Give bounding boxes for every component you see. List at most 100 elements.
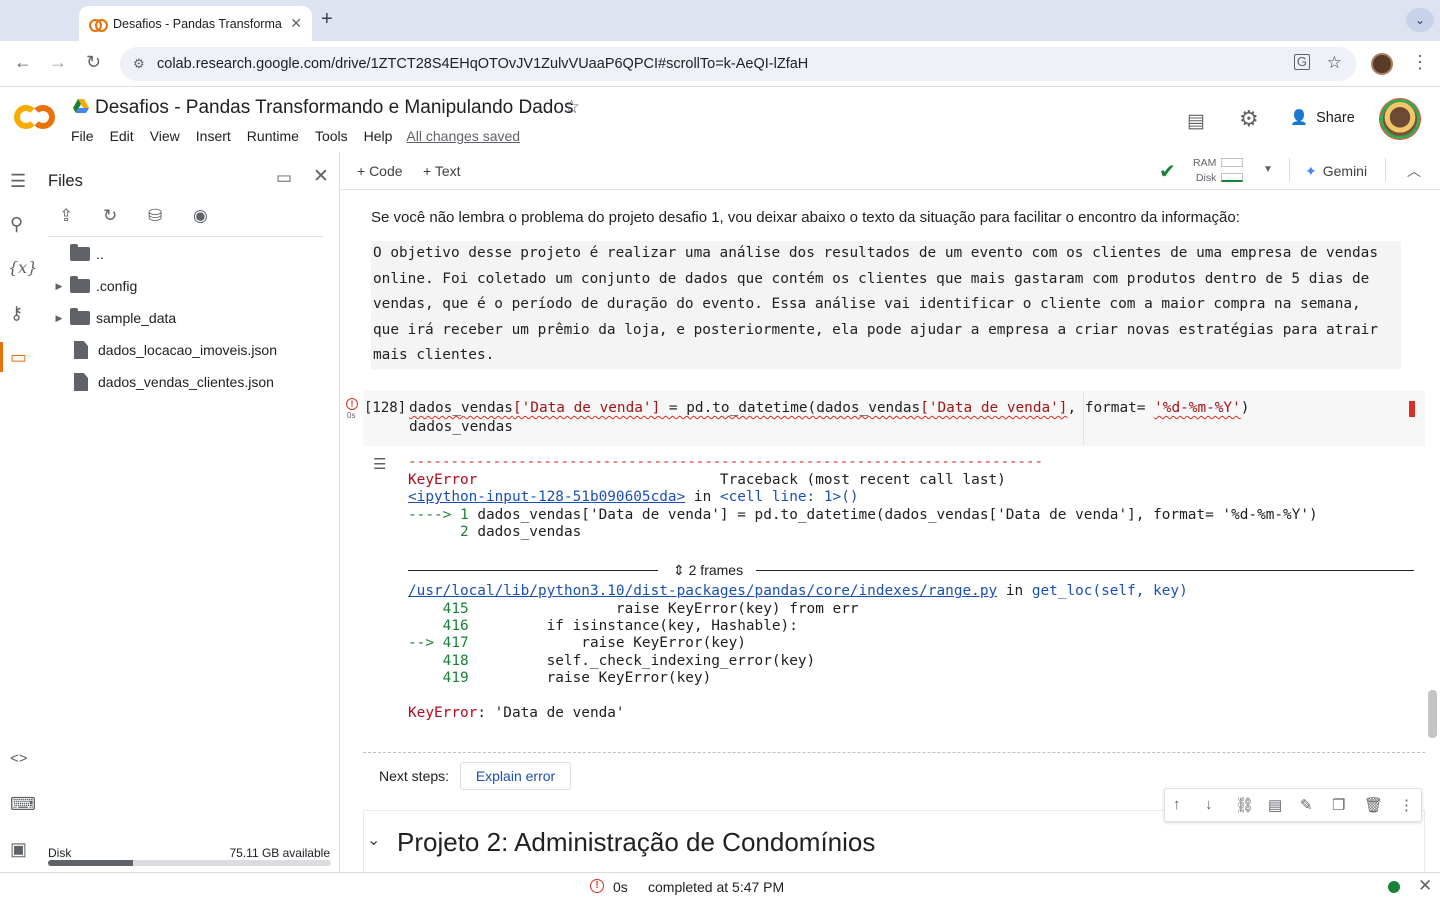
file-row-locacao[interactable]: dados_locacao_imoveis.json: [48, 336, 277, 364]
traceback-linenum: 416: [408, 618, 478, 634]
traceback-linenum: 419: [408, 670, 478, 686]
file-row-parent[interactable]: ..: [48, 240, 104, 268]
mount-drive-icon[interactable]: ⛁: [148, 206, 162, 226]
back-arrow-icon[interactable]: ←: [14, 52, 32, 73]
status-completed: completed at 5:47 PM: [648, 879, 785, 895]
explain-error-button[interactable]: Explain error: [460, 762, 571, 790]
code-line[interactable]: dados_vendas['Data de venda'] = pd.to_da…: [409, 400, 1249, 416]
menu-insert[interactable]: Insert: [196, 128, 231, 144]
runtime-dropdown-icon[interactable]: ▼: [1263, 164, 1273, 175]
reload-icon[interactable]: ↻: [86, 52, 101, 73]
file-icon: [74, 373, 88, 391]
add-text-button[interactable]: + Text: [423, 163, 461, 179]
code-snippets-icon[interactable]: <>: [10, 750, 28, 767]
traceback-separator: ----------------------------------------…: [408, 454, 1043, 470]
resource-labels[interactable]: RAM Disk: [1193, 156, 1216, 186]
site-info-icon[interactable]: ⚙: [133, 56, 145, 72]
menu-view[interactable]: View: [150, 128, 180, 144]
expand-arrow-icon[interactable]: ▶: [48, 313, 70, 324]
star-notebook-icon[interactable]: ☆: [563, 96, 580, 119]
file-row-config[interactable]: ▶ .config: [48, 272, 137, 300]
save-status-link[interactable]: All changes saved: [406, 128, 520, 144]
quote-line: que irá receber um prêmio da loja, e pos…: [373, 321, 1379, 338]
disk-label: Disk: [48, 846, 72, 860]
secrets-key-icon[interactable]: ⚷: [10, 303, 23, 324]
edit-pencil-icon[interactable]: ✎: [1300, 796, 1313, 814]
browser-tab[interactable]: Desafios - Pandas Transforma ✕: [79, 6, 312, 41]
close-status-icon[interactable]: ✕: [1418, 876, 1432, 896]
table-of-contents-icon[interactable]: ☰: [10, 171, 26, 192]
tab-close-icon[interactable]: ✕: [290, 15, 302, 32]
chrome-menu-icon[interactable]: ⋮: [1411, 52, 1429, 73]
menu-file[interactable]: File: [71, 128, 94, 144]
open-in-tab-icon[interactable]: ▭: [276, 168, 292, 188]
search-icon[interactable]: ⚲: [10, 214, 23, 235]
collapse-section-chevron-icon[interactable]: ⌄: [367, 830, 380, 850]
more-options-icon[interactable]: ⋮: [1399, 796, 1414, 814]
tab-search-chevron-icon[interactable]: ⌄: [1406, 8, 1434, 32]
menu-help[interactable]: Help: [364, 128, 393, 144]
folder-icon: [70, 308, 90, 325]
code-cell[interactable]: [363, 390, 1425, 446]
status-bar: ! 0s completed at 5:47 PM ✕: [0, 872, 1440, 900]
ram-label: RAM: [1193, 157, 1217, 169]
collapse-header-chevron-icon[interactable]: ︿: [1407, 161, 1421, 181]
source-path-link[interactable]: /usr/local/lib/python3.10/dist-packages/…: [408, 583, 997, 599]
ipython-input-link[interactable]: <ipython-input-128-51b090605cda>: [408, 489, 685, 505]
settings-gear-icon[interactable]: ⚙: [1239, 106, 1259, 132]
notebook-title[interactable]: Desafios - Pandas Transformando e Manipu…: [95, 97, 573, 119]
translate-icon[interactable]: G: [1293, 54, 1310, 70]
divider: [48, 236, 323, 237]
traceback-line: 415 raise KeyError(key) from err: [408, 601, 859, 617]
command-palette-icon[interactable]: ⌨: [10, 794, 36, 815]
show-hidden-eye-icon[interactable]: ◉: [193, 206, 208, 226]
code-token: dados_vendas: [409, 400, 513, 416]
refresh-icon[interactable]: ↻: [103, 206, 117, 226]
browser-profile-avatar[interactable]: [1371, 53, 1393, 75]
colab-logo-icon[interactable]: [14, 105, 56, 131]
upload-file-icon[interactable]: ⇪: [59, 206, 73, 226]
move-down-icon[interactable]: ↓: [1205, 796, 1213, 813]
in-text: in: [685, 489, 720, 505]
gemini-button[interactable]: ✦ Gemini: [1305, 163, 1367, 180]
mirror-cell-icon[interactable]: ❐: [1332, 796, 1345, 814]
address-bar[interactable]: ⚙ colab.research.google.com/drive/1ZTCT2…: [120, 47, 1356, 81]
notebook-scrollbar[interactable]: [1428, 690, 1437, 738]
link-icon[interactable]: ⛓: [1235, 796, 1254, 814]
delete-trash-icon[interactable]: 🗑: [1364, 796, 1383, 814]
move-up-icon[interactable]: ↑: [1173, 796, 1181, 813]
disk-meter: [1221, 173, 1243, 182]
file-row-sample-data[interactable]: ▶ sample_data: [48, 304, 176, 332]
add-code-button[interactable]: + Code: [357, 163, 403, 179]
account-avatar[interactable]: [1380, 99, 1420, 139]
close-panel-icon[interactable]: ✕: [313, 165, 329, 188]
error-flag-marker: [1409, 401, 1415, 417]
variables-icon[interactable]: {x}: [8, 258, 37, 277]
frames-divider: [408, 570, 658, 571]
traceback-code: if isinstance(key, Hashable):: [477, 618, 798, 634]
comment-icon[interactable]: ▤: [1187, 110, 1205, 133]
bookmark-star-icon[interactable]: ☆: [1327, 53, 1342, 73]
terminal-icon[interactable]: ▣: [10, 839, 27, 860]
expand-frames-button[interactable]: ⇕ 2 frames: [673, 562, 743, 579]
disk-available: 75.11 GB available: [229, 846, 330, 860]
file-row-vendas[interactable]: dados_vendas_clientes.json: [48, 368, 274, 396]
cell-exec-count[interactable]: [128]: [364, 400, 406, 416]
share-button[interactable]: 👤 Share: [1290, 109, 1355, 127]
comment-cell-icon[interactable]: ▤: [1268, 796, 1282, 814]
menu-edit[interactable]: Edit: [110, 128, 134, 144]
traceback-line: 416 if isinstance(key, Hashable):: [408, 618, 798, 634]
forward-arrow-icon[interactable]: →: [49, 52, 67, 73]
disk-usage-fill: [48, 860, 133, 866]
files-panel-title: Files: [48, 172, 83, 190]
google-drive-icon[interactable]: [73, 99, 89, 113]
markdown-code-block: O objetivo desse projeto é realizar uma …: [371, 241, 1401, 369]
quote-line: vendas, que é o período de duração do ev…: [373, 296, 1361, 312]
code-line[interactable]: dados_vendas: [409, 419, 513, 435]
menu-runtime[interactable]: Runtime: [247, 128, 299, 144]
expand-arrow-icon[interactable]: ▶: [48, 281, 70, 292]
files-folder-icon[interactable]: ▭: [10, 347, 27, 368]
new-tab-button[interactable]: +: [321, 8, 333, 31]
menu-tools[interactable]: Tools: [315, 128, 348, 144]
output-actions-icon[interactable]: ☰: [373, 455, 386, 473]
